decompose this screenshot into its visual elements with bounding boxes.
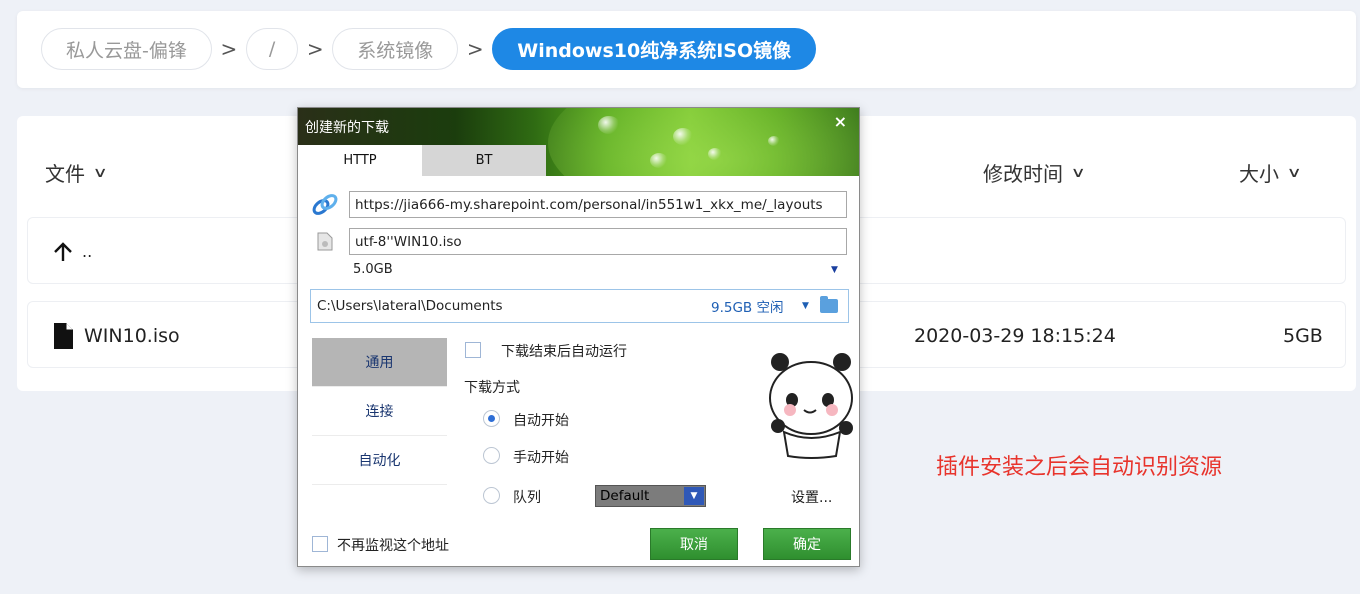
sidebar-item-general[interactable]: 通用 [312,338,447,387]
breadcrumb-separator: > [306,37,324,61]
column-header-modified[interactable]: 修改时间 ∨ [983,158,1086,187]
auto-run-label: 下载结束后自动运行 [501,344,627,360]
sidebar-item-connection[interactable]: 连接 [312,387,447,436]
file-size-label: 5.0GB [353,262,393,277]
file-size: 5GB [1283,324,1323,347]
file-name-cell: WIN10.iso [52,302,180,369]
chevron-down-icon: ∨ [92,164,108,181]
breadcrumb-bar: 私人云盘-偏锋 > / > 系统镜像 > Windows10纯净系统ISO镜像 [17,11,1356,88]
save-path-field[interactable]: C:\Users\lateral\Documents 9.5GB 空闲 ▼ [310,289,849,323]
ok-button[interactable]: 确定 [763,528,851,560]
tab-bt[interactable]: BT [422,145,546,176]
water-drop [708,148,722,160]
parent-folder-label: .. [82,242,93,261]
no-monitor-checkbox[interactable] [312,536,328,552]
breadcrumb-item-private-cloud[interactable]: 私人云盘-偏锋 [41,28,212,70]
annotation-text: 插件安装之后会自动识别资源 [936,455,1223,480]
link-icon [312,194,338,215]
queue-select-value: Default [600,488,650,504]
breadcrumb-separator: > [220,37,238,61]
url-input[interactable]: https://jia666-my.sharepoint.com/persona… [349,191,847,218]
chevron-down-icon[interactable]: ▼ [831,265,838,275]
queue-label: 队列 [513,490,541,506]
chevron-down-icon[interactable]: ▼ [684,487,704,505]
panda-sticker-icon [769,353,853,459]
auto-start-label: 自动开始 [513,413,569,429]
leaf-decoration [548,108,859,176]
breadcrumb-item-system-images[interactable]: 系统镜像 [332,28,459,70]
water-drop [673,128,693,145]
chevron-down-icon: ∨ [1286,164,1302,181]
water-drop [650,153,668,168]
breadcrumb-item-root[interactable]: / [245,28,299,70]
folder-icon[interactable] [820,296,838,313]
dialog-title: 创建新的下载 [305,120,389,136]
chevron-down-icon[interactable]: ▼ [802,301,809,311]
download-mode-label: 下载方式 [464,380,520,396]
breadcrumb: 私人云盘-偏锋 > / > 系统镜像 > Windows10纯净系统ISO镜像 [41,28,817,70]
breadcrumb-item-current[interactable]: Windows10纯净系统ISO镜像 [492,28,817,70]
parent-folder-cell: .. [52,218,92,285]
settings-sidebar: 通用 连接 自动化 [312,338,447,485]
column-header-name[interactable]: 文件 ∨ [45,158,108,187]
queue-select[interactable]: Default ▼ [595,485,706,507]
water-drop [768,136,780,146]
filename-input[interactable]: utf-8''WIN10.iso [349,228,847,255]
settings-link[interactable]: 设置... [791,487,832,507]
close-icon[interactable]: × [834,112,847,131]
column-size-label: 大小 [1239,162,1279,186]
dialog-header: 创建新的下载 × HTTP BT [298,108,859,176]
save-path: C:\Users\lateral\Documents [317,298,503,314]
manual-start-label: 手动开始 [513,450,569,466]
cancel-button[interactable]: 取消 [650,528,738,560]
column-modified-label: 修改时间 [983,162,1063,186]
column-name-label: 文件 [45,162,85,186]
file-modified: 2020-03-29 18:15:24 [914,324,1116,347]
free-space-label: 9.5GB 空闲 [711,300,784,316]
tab-http[interactable]: HTTP [298,145,422,176]
auto-run-checkbox[interactable] [465,342,481,358]
file-name: WIN10.iso [84,324,180,347]
radio-auto-start[interactable] [483,410,500,427]
radio-queue[interactable] [483,487,500,504]
radio-manual-start[interactable] [483,447,500,464]
file-icon [54,322,73,349]
no-monitor-label: 不再监视这个地址 [337,538,449,554]
breadcrumb-separator: > [466,37,484,61]
sidebar-item-automation[interactable]: 自动化 [312,436,447,485]
new-download-dialog: 创建新的下载 × HTTP BT https://jia666-my.share… [297,107,860,567]
file-icon [317,232,333,251]
chevron-down-icon: ∨ [1070,164,1086,181]
column-header-size[interactable]: 大小 ∨ [1239,158,1302,187]
arrow-up-icon [54,241,72,261]
water-drop [598,116,620,134]
